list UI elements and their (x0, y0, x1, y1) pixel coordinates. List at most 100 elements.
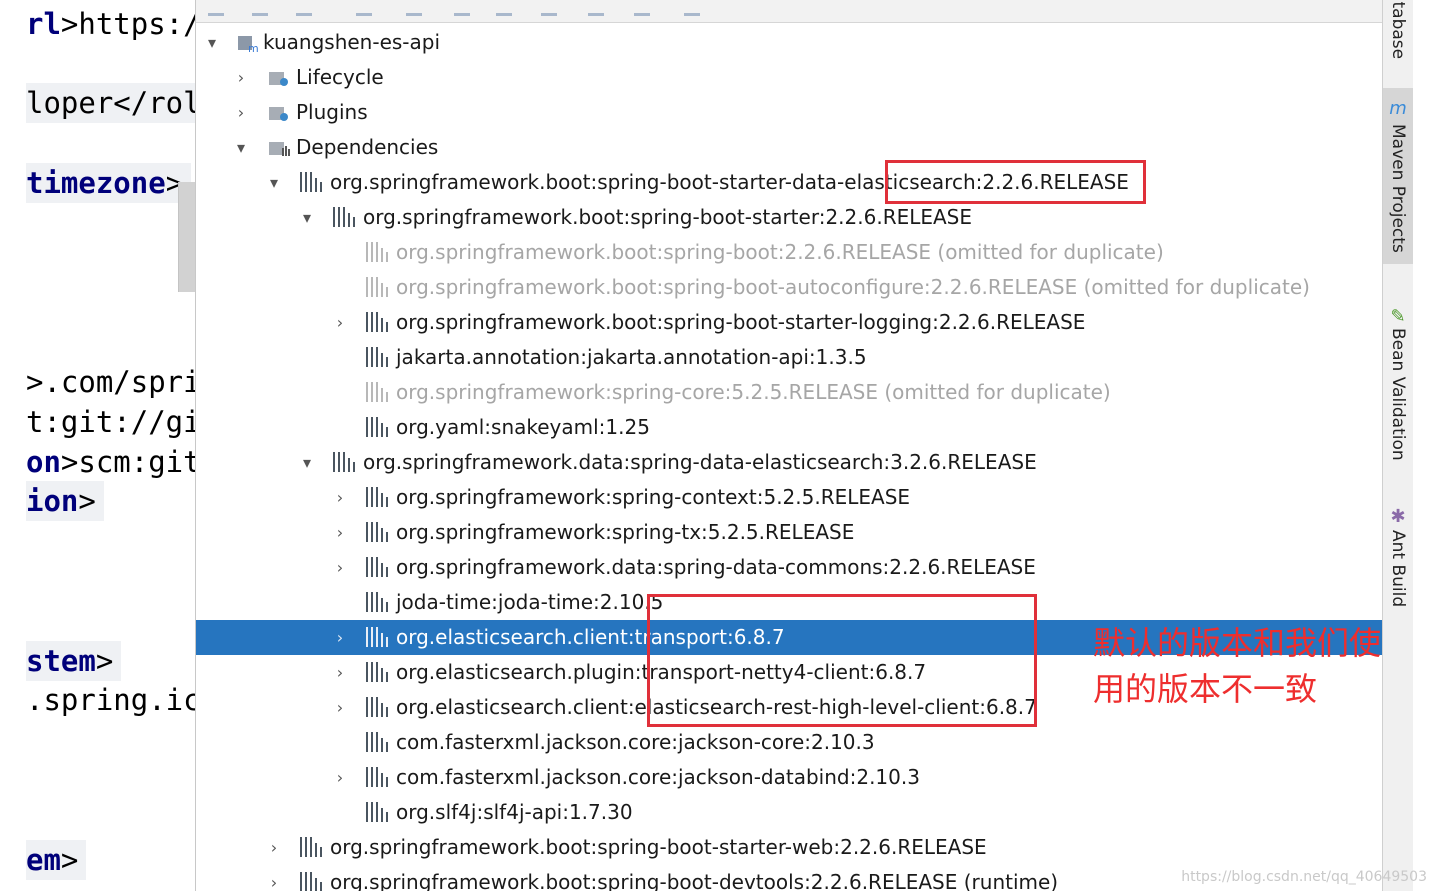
highlight-box-elasticsearch-versions (647, 594, 1037, 727)
highlight-box-starter-version (885, 160, 1146, 204)
dependency-label: org.springframework.boot:spring-boot-sta… (396, 310, 1086, 334)
tree-root-label: kuangshen-es-api (263, 30, 441, 54)
expand-arrow-icon[interactable]: › (330, 690, 350, 725)
dependency-label: joda-time:joda-time:2.10.5 (396, 590, 664, 614)
dependency-row[interactable]: ▾ org.springframework.data:spring-data-el… (196, 445, 1383, 480)
refresh-icon[interactable] (208, 3, 224, 16)
dependency-row[interactable]: com.fasterxml.jackson.core:jackson-core:… (196, 725, 1383, 760)
expand-arrow-icon[interactable]: › (330, 480, 350, 515)
plugins-label: Plugins (296, 100, 368, 124)
tree-node-dependencies[interactable]: ▾ Dependencies (196, 130, 1383, 165)
dependency-row[interactable]: org.springframework.boot:spring-boot:2.2… (196, 235, 1383, 270)
library-icon (366, 347, 392, 367)
tree-node-lifecycle[interactable]: › Lifecycle (196, 60, 1383, 95)
collapse-arrow-icon[interactable]: ▾ (297, 445, 317, 480)
expand-arrow-icon[interactable]: › (330, 655, 350, 690)
dependency-row[interactable]: ▾ org.springframework.boot:spring-boot-st… (196, 165, 1383, 200)
expand-arrow-icon[interactable]: › (330, 305, 350, 340)
code-line: stem> (26, 641, 122, 681)
expand-arrow-icon[interactable]: › (231, 95, 251, 130)
library-icon (333, 207, 359, 227)
library-icon (366, 732, 392, 752)
library-icon (366, 417, 392, 437)
bean-validation-tab[interactable]: ✎ Bean Validation (1383, 298, 1413, 468)
dependency-row[interactable]: org.springframework:spring-core:5.2.5.RE… (196, 375, 1383, 410)
library-icon (366, 487, 392, 507)
tree-root[interactable]: ▾ m kuangshen-es-api (196, 25, 1383, 60)
maven-icon: m (1389, 98, 1407, 119)
dependency-row[interactable]: › org.springframework.boot:spring-boot-st… (196, 305, 1383, 340)
expand-arrow-icon[interactable]: › (330, 760, 350, 795)
settings-icon[interactable] (684, 3, 700, 16)
folder-gear-icon (269, 72, 288, 86)
code-line: rl>https:/ (26, 7, 195, 41)
dependency-row[interactable]: › org.springframework:spring-context:5.2.… (196, 480, 1383, 515)
dependencies-label: Dependencies (296, 135, 439, 159)
dependency-label: org.springframework.boot:spring-boot-sta… (363, 205, 973, 229)
bean-icon: ✎ (1390, 306, 1406, 327)
tree-node-plugins[interactable]: › Plugins (196, 95, 1383, 130)
dependency-row[interactable]: org.slf4j:slf4j-api:1.7.30 (196, 795, 1383, 830)
library-icon (366, 662, 392, 682)
library-icon (366, 697, 392, 717)
collapse-arrow-icon[interactable]: ▾ (264, 165, 284, 200)
download-icon[interactable] (296, 3, 312, 16)
ant-icon: ✱ (1390, 506, 1406, 527)
dependency-row[interactable]: jakarta.annotation:jakarta.annotation-ap… (196, 340, 1383, 375)
editor-scrollbar[interactable] (178, 182, 195, 292)
expand-arrow-icon[interactable]: › (330, 515, 350, 550)
dependency-row[interactable]: ▾ org.springframework.boot:spring-boot-st… (196, 200, 1383, 235)
dependency-label: com.fasterxml.jackson.core:jackson-core:… (396, 730, 875, 754)
dependency-label: com.fasterxml.jackson.core:jackson-datab… (396, 765, 920, 789)
library-icon (366, 592, 392, 612)
generate-sources-icon[interactable] (252, 3, 268, 16)
show-diagram-icon[interactable] (588, 3, 604, 16)
dependency-label: org.springframework.boot:spring-boot-sta… (330, 835, 987, 859)
dependency-label: org.slf4j:slf4j-api:1.7.30 (396, 800, 633, 824)
library-icon (366, 277, 392, 297)
library-icon (366, 312, 392, 332)
skip-tests-icon[interactable] (541, 3, 557, 16)
dependency-row[interactable]: › org.springframework.data:spring-data-co… (196, 550, 1383, 585)
collapse-arrow-icon[interactable]: ▾ (297, 200, 317, 235)
maven-module-icon: m (238, 36, 258, 52)
dependency-row[interactable]: › org.springframework:spring-tx:5.2.5.REL… (196, 515, 1383, 550)
expand-arrow-icon[interactable]: › (231, 60, 251, 95)
maven-projects-tab[interactable]: m Maven Projects (1383, 88, 1413, 264)
library-icon (366, 382, 392, 402)
expand-arrow-icon[interactable]: ▾ (231, 130, 251, 165)
dependency-row[interactable]: org.springframework.boot:spring-boot-aut… (196, 270, 1383, 305)
library-icon (366, 242, 392, 262)
ant-build-tab[interactable]: ✱ Ant Build (1383, 500, 1413, 616)
library-icon (366, 522, 392, 542)
dependency-label: org.yaml:snakeyaml:1.25 (396, 415, 650, 439)
dependency-label: org.springframework.boot:spring-boot-aut… (396, 275, 1310, 299)
dependency-row[interactable]: › org.springframework.boot:spring-boot-st… (196, 830, 1383, 865)
svg-text:m: m (248, 42, 258, 52)
dependency-label: org.springframework.data:spring-data-com… (396, 555, 1036, 579)
code-line: loper</rol (26, 83, 195, 123)
execute-goal-icon[interactable] (454, 3, 470, 16)
expand-arrow-icon[interactable]: › (264, 830, 284, 865)
toggle-offline-icon[interactable] (496, 3, 512, 16)
maven-toolbar (196, 0, 1383, 23)
library-icon (300, 172, 326, 192)
library-icon (366, 557, 392, 577)
code-line: ion> (26, 481, 104, 521)
expand-arrow-icon[interactable]: › (330, 550, 350, 585)
dependency-label: org.springframework:spring-tx:5.2.5.RELE… (396, 520, 855, 544)
add-icon[interactable] (356, 3, 372, 16)
dependency-row[interactable]: org.yaml:snakeyaml:1.25 (196, 410, 1383, 445)
database-tab[interactable]: Database (1383, 0, 1413, 66)
code-editor[interactable]: rl>https:/ loper</rol timezone> >.com/spri t… (0, 0, 195, 891)
maven-projects-panel: ▾ m kuangshen-es-api › Lifecycle › Plugi… (195, 0, 1383, 891)
dependency-label: org.springframework.data:spring-data-ela… (363, 450, 1037, 474)
folder-gear-icon (269, 107, 288, 121)
expand-arrow-icon[interactable]: › (330, 620, 350, 655)
run-icon[interactable] (406, 3, 422, 16)
collapse-all-icon[interactable] (634, 3, 650, 16)
dependency-row[interactable]: › com.fasterxml.jackson.core:jackson-data… (196, 760, 1383, 795)
expand-arrow-icon[interactable]: › (264, 865, 284, 891)
code-line: em> (26, 840, 87, 880)
expand-arrow-icon[interactable]: ▾ (202, 25, 222, 60)
